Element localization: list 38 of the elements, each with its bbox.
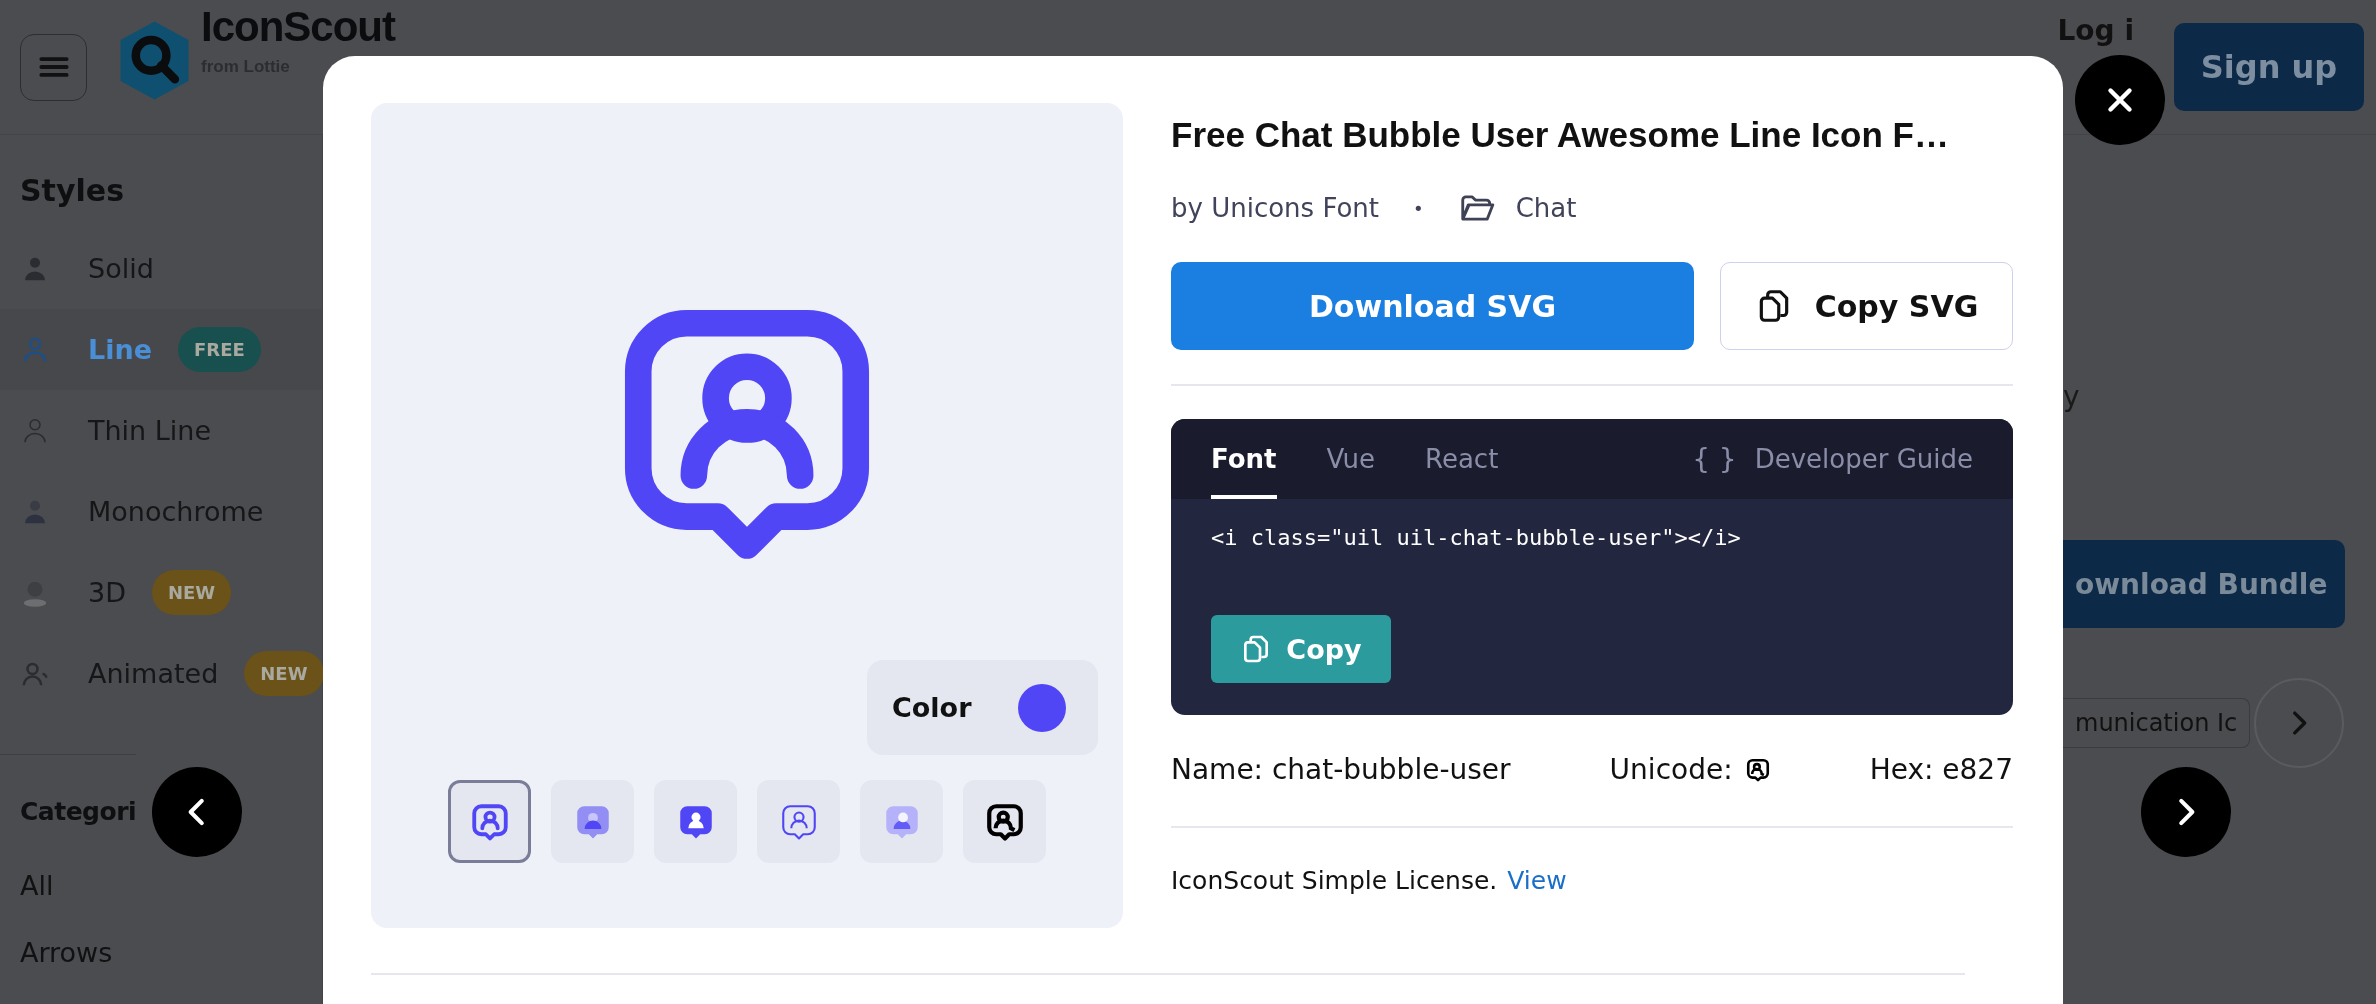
download-bundle-button[interactable]: ownload Bundle <box>2063 540 2345 628</box>
badge-label: FREE <box>178 327 261 372</box>
style-option[interactable]: Animated NEW <box>0 633 322 714</box>
copy-svg-button[interactable]: Copy SVG <box>1720 262 2013 350</box>
unicode-label: Unicode: <box>1609 753 1733 786</box>
color-picker[interactable]: Color <box>867 660 1098 755</box>
section-heading: Styles <box>19 173 125 208</box>
license-view-link[interactable]: View <box>1507 866 1567 895</box>
badge-label: NEW <box>151 570 232 615</box>
signup-button[interactable]: Sign up <box>2174 23 2364 111</box>
code-tab[interactable]: Font <box>1211 419 1277 499</box>
style-option[interactable]: Line FREE <box>0 309 322 390</box>
icon-name: Name: chat-bubble-user <box>1171 753 1511 786</box>
style-option[interactable]: Monochrome <box>0 471 322 552</box>
hex-code: Hex: e827 <box>1869 753 2013 786</box>
style-option[interactable]: 3D NEW <box>0 552 322 633</box>
logo-text: IconScout <box>201 6 395 48</box>
category-link[interactable]: Chat <box>1515 193 1577 223</box>
chat-bubble-user-icon <box>1744 756 1771 783</box>
section-heading: Categori <box>0 754 137 826</box>
login-link[interactable]: Log i <box>2057 14 2134 47</box>
download-svg-button[interactable]: Download SVG <box>1171 262 1694 350</box>
developer-guide-link[interactable]: { } Developer Guide <box>1692 419 1973 499</box>
code-tab[interactable]: Vue <box>1326 419 1375 499</box>
icon-title: Free Chat Bubble User Awesome Line Icon F… <box>1171 115 1950 155</box>
copy-button[interactable]: Copy <box>1211 615 1391 683</box>
category-link[interactable]: Arrows <box>0 923 322 990</box>
category-link[interactable]: All <box>0 856 322 923</box>
separator-dot: • <box>1413 197 1424 219</box>
badge-label: NEW <box>244 651 324 696</box>
color-swatch[interactable] <box>1018 683 1066 732</box>
code-tab[interactable]: React <box>1425 419 1499 499</box>
author-link[interactable]: by Unicons Font <box>1171 193 1379 223</box>
code-snippet: <i class="uil uil-chat-bubble-user"></i> <box>1211 525 1742 550</box>
style-option[interactable]: Thin Line <box>0 390 322 471</box>
style-option[interactable]: Solid <box>0 228 322 309</box>
license-text: IconScout Simple License. <box>1171 866 1498 895</box>
style-variant-button[interactable] <box>963 780 1046 863</box>
